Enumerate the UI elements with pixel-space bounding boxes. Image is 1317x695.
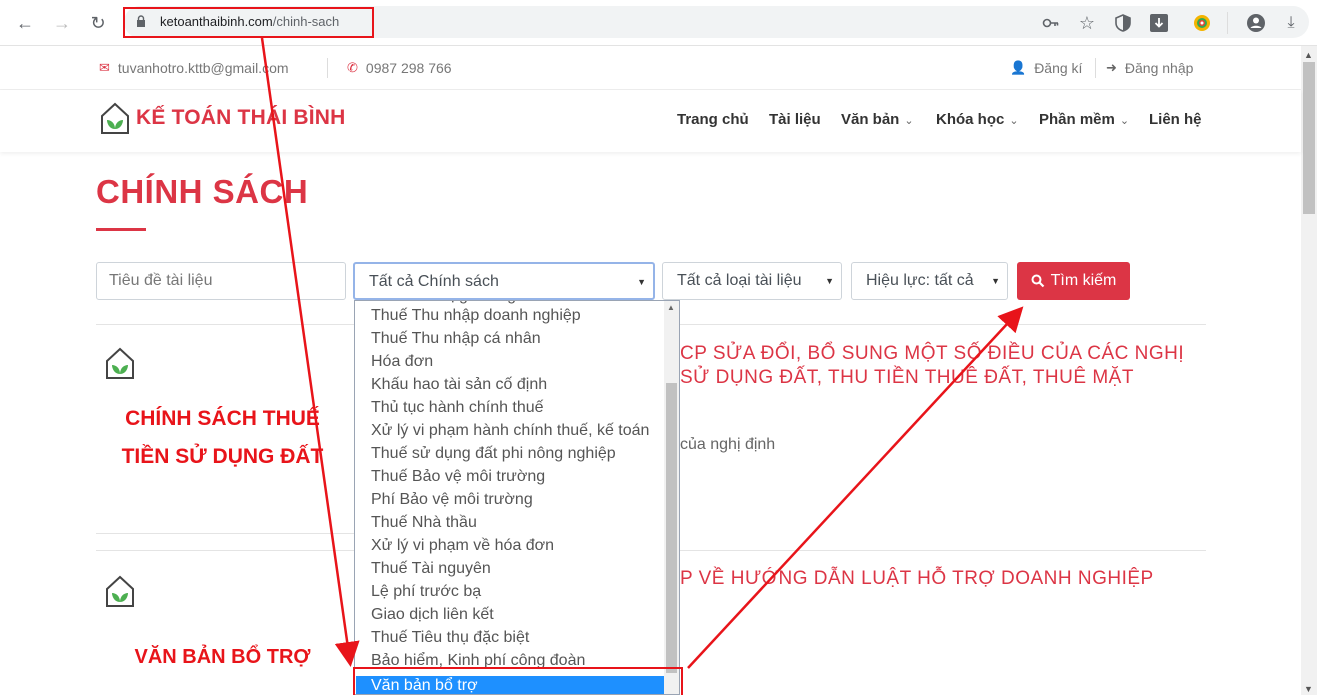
result-thumb-label[interactable]: CHÍNH SÁCH THUẾ TIỀN SỬ DỤNG ĐẤT	[110, 400, 335, 476]
account-icon[interactable]	[1245, 12, 1267, 34]
reload-icon[interactable]: ↻	[86, 11, 110, 35]
key-icon[interactable]	[1040, 12, 1062, 34]
nav-courses-label: Khóa học	[936, 111, 1005, 128]
shield-icon[interactable]	[1112, 12, 1134, 34]
nav-contact[interactable]: Liên hệ	[1149, 111, 1202, 128]
menu-icon[interactable]: ⤓	[1280, 12, 1302, 34]
result-title-line2: SỬ DỤNG ĐẤT, THU TIỀN THUÊ ĐẤT, THUÊ MẶT	[680, 367, 1134, 388]
nav-texts[interactable]: Văn bản ⌄	[841, 111, 914, 128]
nav-software[interactable]: Phần mềm ⌄	[1039, 111, 1129, 128]
dropdown-arrow-icon: ▼	[825, 276, 834, 286]
policy-dropdown-list[interactable]: Thuế Giá trị gia tăng Thuế Thu nhập doan…	[354, 300, 680, 695]
card-house-icon	[106, 575, 134, 607]
dropdown-option[interactable]: Thuế Thu nhập cá nhân	[371, 330, 541, 348]
scroll-down-icon[interactable]: ▼	[1304, 684, 1313, 694]
dropdown-option[interactable]: Khấu hao tài sản cố định	[371, 376, 547, 394]
validity-select[interactable]: Hiệu lực: tất cả ▼	[851, 262, 1008, 300]
dropdown-option-partial[interactable]: Thuế Giá trị gia tăng	[371, 301, 516, 305]
dropdown-option[interactable]: Thuế Nhà thầu	[371, 514, 477, 532]
thumb-label-line2: TIỀN SỬ DỤNG ĐẤT	[121, 445, 324, 468]
divider	[327, 58, 328, 78]
register-link[interactable]: 👤 Đăng kí	[1010, 60, 1082, 76]
dropdown-option[interactable]: Thuế Bảo vệ môi trường	[371, 468, 545, 486]
dropdown-arrow-icon: ▼	[991, 276, 1000, 286]
envelope-icon: ✉	[99, 60, 110, 75]
policy-select-value: Tất cả Chính sách	[369, 273, 499, 290]
forward-icon[interactable]: →	[50, 11, 74, 35]
search-icon	[1031, 274, 1044, 288]
dropdown-option[interactable]: Xử lý vi phạm hành chính thuế, kế toán	[371, 422, 649, 440]
star-icon[interactable]: ☆	[1076, 12, 1098, 34]
user-plus-icon: 👤	[1010, 60, 1027, 75]
card-house-icon	[106, 347, 134, 379]
nav-software-label: Phần mềm	[1039, 111, 1115, 128]
page-title: CHÍNH SÁCH	[96, 173, 309, 210]
scroll-up-icon[interactable]: ▲	[1304, 50, 1313, 60]
dropdown-option[interactable]: Hóa đơn	[371, 353, 433, 371]
site-header: KẾ TOÁN THÁI BÌNH Trang chủ Tài liệu Văn…	[0, 90, 1301, 152]
title-underline	[96, 228, 146, 231]
nav-courses[interactable]: Khóa học ⌄	[936, 111, 1019, 128]
download-icon[interactable]	[1148, 12, 1170, 34]
login-link[interactable]: ➜ Đăng nhập	[1106, 60, 1193, 76]
logo-house-icon[interactable]	[99, 102, 131, 136]
nav-texts-label: Văn bản	[841, 111, 900, 128]
dropdown-option[interactable]: Phí Bảo vệ môi trường	[371, 491, 533, 509]
sign-in-icon: ➜	[1106, 60, 1117, 75]
browser-toolbar: ← → ↻ ketoanthaibinh.com/chinh-sach ☆ ⤓	[0, 0, 1317, 46]
validity-select-value: Hiệu lực: tất cả	[866, 272, 974, 289]
email-text: tuvanhotro.kttb@gmail.com	[117, 60, 289, 76]
doc-type-select-value: Tất cả loại tài liệu	[677, 272, 802, 289]
selected-option-annotation-box	[353, 667, 683, 695]
chevron-down-icon: ⌄	[1119, 115, 1130, 127]
thumb-label-line1: CHÍNH SÁCH THUẾ	[125, 407, 320, 430]
nav-docs[interactable]: Tài liệu	[769, 111, 821, 128]
document-title-input[interactable]	[96, 262, 346, 300]
dropdown-option[interactable]: Thuế sử dụng đất phi nông nghiệp	[371, 445, 616, 463]
divider	[1095, 58, 1096, 78]
divider	[96, 533, 356, 534]
back-icon[interactable]: ←	[13, 11, 37, 35]
result-thumb-label[interactable]: VĂN BẢN BỔ TRỢ	[110, 638, 335, 676]
dropdown-option[interactable]: Giao dịch liên kết	[371, 606, 494, 624]
dropdown-option[interactable]: Thuế Thu nhập doanh nghiệp	[371, 307, 581, 325]
login-text: Đăng nhập	[1124, 60, 1194, 76]
logo-text[interactable]: KẾ TOÁN THÁI BÌNH	[136, 106, 346, 130]
phone-contact[interactable]: ✆ 0987 298 766	[347, 60, 452, 76]
top-info-bar: ✉ tuvanhotro.kttb@gmail.com ✆ 0987 298 7…	[0, 46, 1301, 90]
result-title[interactable]: CP SỬA ĐỔI, BỔ SUNG MỘT SỐ ĐIỀU CỦA CÁC …	[680, 342, 1184, 390]
dropdown-option[interactable]: Xử lý vi phạm về hóa đơn	[371, 537, 554, 555]
url-annotation-box	[123, 7, 374, 38]
page-scroll-thumb[interactable]	[1303, 62, 1315, 214]
dropdown-scroll-thumb[interactable]	[666, 383, 677, 673]
dropdown-option[interactable]: Thuế Tài nguyên	[371, 560, 491, 578]
email-contact[interactable]: ✉ tuvanhotro.kttb@gmail.com	[99, 60, 289, 76]
result-title-line1: CP SỬA ĐỔI, BỔ SUNG MỘT SỐ ĐIỀU CỦA CÁC …	[680, 343, 1185, 364]
extension-icon[interactable]	[1191, 12, 1213, 34]
search-button-label: Tìm kiếm	[1050, 272, 1117, 289]
chevron-down-icon: ⌄	[904, 115, 914, 127]
chevron-down-icon: ⌄	[1009, 115, 1019, 127]
register-text: Đăng kí	[1034, 60, 1083, 76]
phone-text: 0987 298 766	[365, 60, 452, 76]
phone-icon: ✆	[347, 60, 358, 75]
result-description: của nghị định	[680, 436, 776, 453]
dropdown-arrow-icon: ▼	[637, 277, 646, 287]
dropdown-option[interactable]: Thủ tục hành chính thuế	[371, 399, 544, 417]
scroll-up-icon[interactable]: ▲	[667, 303, 675, 312]
nav-home[interactable]: Trang chủ	[677, 111, 749, 128]
policy-select[interactable]: Tất cả Chính sách ▼	[353, 262, 655, 300]
search-button[interactable]: Tìm kiếm	[1017, 262, 1130, 300]
dropdown-option[interactable]: Thuế Tiêu thụ đặc biệt	[371, 629, 529, 647]
result-title[interactable]: P VỀ HƯỚNG DẪN LUẬT HỖ TRỢ DOANH NGHIỆP	[680, 567, 1154, 591]
dropdown-option[interactable]: Lệ phí trước bạ	[371, 583, 481, 601]
doc-type-select[interactable]: Tất cả loại tài liệu ▼	[662, 262, 842, 300]
